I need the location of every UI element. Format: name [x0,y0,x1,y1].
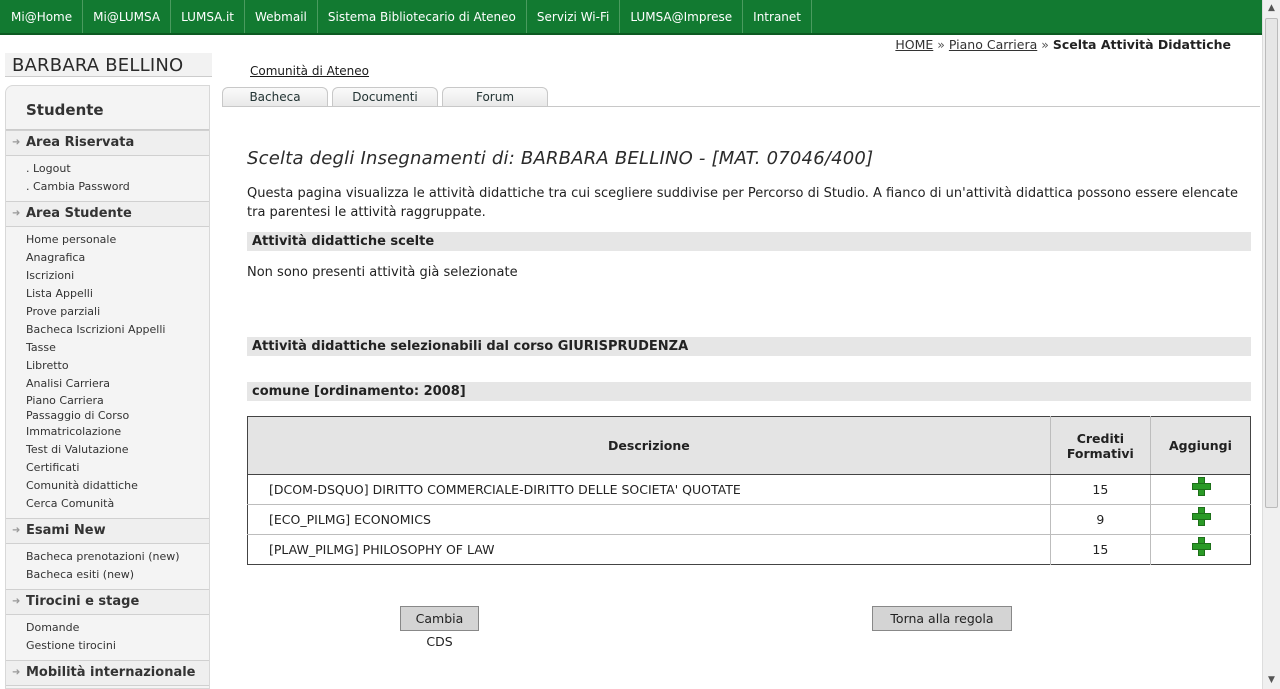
add-plus-icon[interactable] [1191,477,1211,496]
sidebar-section-area-studente[interactable]: ➜ Area Studente [6,201,209,227]
sidebar-item-immatricolazione[interactable]: Immatricolazione [6,423,209,441]
scroll-up-arrow-icon[interactable]: ▲ [1263,0,1280,17]
breadcrumb-piano-carriera-link[interactable]: Piano Carriera [949,37,1037,52]
community-tabs: Bacheca Documenti Forum [222,87,552,106]
breadcrumb-home-link[interactable]: HOME [895,37,933,52]
sidebar-item-iscrizioni[interactable]: Iscrizioni [6,267,209,285]
sidebar-section-label: Area Studente [26,206,132,221]
sidebar-section-mobilita-internazionale[interactable]: ➜ Mobilità internazionale [6,660,209,686]
nav-mi-home[interactable]: Mi@Home [0,0,84,33]
top-navigation: Mi@Home Mi@LUMSA LUMSA.it Webmail Sistem… [0,0,1262,35]
tab-divider [222,106,1260,107]
sidebar-section-esami-new[interactable]: ➜ Esami New [6,518,209,544]
sidebar-item-tasse[interactable]: Tasse [6,339,209,357]
column-header-descrizione: Descrizione [247,416,1051,475]
sidebar-section-tirocini-e-stage[interactable]: ➜ Tirocini e stage [6,589,209,615]
arrow-right-icon: ➜ [12,137,21,148]
sidebar-item-prove-parziali[interactable]: Prove parziali [6,303,209,321]
row-credits: 9 [1049,504,1151,535]
add-plus-icon[interactable] [1191,507,1211,526]
sidebar-item-home-personale[interactable]: Home personale [6,231,209,249]
table-row: [DCOM-DSQUO] DIRITTO COMMERCIALE-DIRITTO… [247,474,1251,505]
column-header-aggiungi: Aggiungi [1149,416,1251,475]
table-row: [ECO_PILMG] ECONOMICS 9 [247,504,1251,535]
add-cell [1149,534,1251,565]
vertical-scrollbar[interactable]: ▲ ▼ [1262,0,1280,689]
cambia-cds-button[interactable]: Cambia CDS [400,606,479,649]
selectable-activities-header: Attività didattiche selezionabili dal co… [247,337,1251,356]
sidebar-item-bacheca-prenotazioni[interactable]: Bacheca prenotazioni (new) [6,548,209,566]
sidebar-item-libretto[interactable]: Libretto [6,357,209,375]
user-name-heading: BARBARA BELLINO [5,53,212,77]
group-header: comune [ordinamento: 2008] [247,382,1251,401]
nav-mi-lumsa[interactable]: Mi@LUMSA [83,0,172,33]
sidebar-item-bacheca-esiti[interactable]: Bacheca esiti (new) [6,566,209,584]
column-header-crediti: Crediti Formativi [1049,416,1151,475]
no-selected-message: Non sono presenti attività già seleziona… [247,265,518,280]
page-title: Scelta degli Insegnamenti di: BARBARA BE… [247,148,874,169]
intro-text: Questa pagina visualizza le attività did… [247,186,1238,220]
table-row: [PLAW_PILMG] PHILOSOPHY OF LAW 15 [247,534,1251,565]
sidebar-item-domande[interactable]: Domande [6,619,209,637]
sidebar-section-label: Tirocini e stage [26,594,140,609]
chosen-activities-header: Attività didattiche scelte [247,232,1251,251]
sidebar-section-label: Mobilità internazionale [26,665,196,680]
nav-intranet[interactable]: Intranet [743,0,812,33]
sidebar-section-area-riservata[interactable]: ➜ Area Riservata [6,130,209,156]
sidebar-section-label: Esami New [26,523,106,538]
sidebar-item-bacheca-iscrizioni-appelli[interactable]: Bacheca Iscrizioni Appelli [6,321,209,339]
row-description: [ECO_PILMG] ECONOMICS [247,504,1051,535]
sidebar-item-passaggio-di-corso[interactable]: Passaggio di Corso [6,408,209,423]
sidebar-section-label: Area Riservata [26,135,135,150]
tab-documenti[interactable]: Documenti [332,87,438,106]
tab-forum[interactable]: Forum [442,87,548,106]
sidebar-item-gestione-tirocini[interactable]: Gestione tirocini [6,637,209,655]
nav-webmail[interactable]: Webmail [245,0,318,33]
tab-bacheca[interactable]: Bacheca [222,87,328,106]
sidebar-item-lista-appelli[interactable]: Lista Appelli [6,285,209,303]
scrollbar-thumb[interactable] [1265,18,1278,508]
row-description: [DCOM-DSQUO] DIRITTO COMMERCIALE-DIRITTO… [247,474,1051,505]
arrow-right-icon: ➜ [12,208,21,219]
breadcrumb-separator: » [1041,37,1049,52]
arrow-right-icon: ➜ [12,667,21,678]
breadcrumb-separator: » [937,37,945,52]
sidebar-item-cerca-comunita[interactable]: Cerca Comunità [6,495,209,513]
breadcrumb-current: Scelta Attività Didattiche [1052,37,1231,52]
nav-sistema-bibliotecario[interactable]: Sistema Bibliotecario di Ateneo [318,0,527,33]
sidebar-item-logout[interactable]: . Logout [6,160,209,178]
sidebar-item-cambia-password[interactable]: . Cambia Password [6,178,209,196]
table-header-row: Descrizione Crediti Formativi Aggiungi [247,416,1251,475]
nav-servizi-wifi[interactable]: Servizi Wi-Fi [527,0,621,33]
sidebar-item-comunita-didattiche[interactable]: Comunità didattiche [6,477,209,495]
add-plus-icon[interactable] [1191,537,1211,556]
activities-table: Descrizione Crediti Formativi Aggiungi [… [247,416,1251,565]
row-credits: 15 [1049,534,1151,565]
sidebar-item-certificati[interactable]: Certificati [6,459,209,477]
arrow-right-icon: ➜ [12,525,21,536]
row-description: [PLAW_PILMG] PHILOSOPHY OF LAW [247,534,1051,565]
row-credits: 15 [1049,474,1151,505]
nav-lumsa-it[interactable]: LUMSA.it [171,0,246,33]
comunita-di-ateneo-link[interactable]: Comunità di Ateneo [250,64,369,78]
sidebar: Studente ➜ Area Riservata . Logout . Camb… [5,85,210,689]
sidebar-item-test-di-valutazione[interactable]: Test di Valutazione [6,441,209,459]
add-cell [1149,474,1251,505]
sidebar-item-piano-carriera[interactable]: Piano Carriera [6,393,209,408]
sidebar-item-analisi-carriera[interactable]: Analisi Carriera [6,375,209,393]
arrow-right-icon: ➜ [12,596,21,607]
breadcrumb: HOME » Piano Carriera » Scelta Attività … [895,37,1231,52]
nav-lumsa-imprese[interactable]: LUMSA@Imprese [620,0,744,33]
torna-alla-regola-button[interactable]: Torna alla regola [872,606,1012,631]
add-cell [1149,504,1251,535]
sidebar-title: Studente [6,86,209,130]
scroll-down-arrow-icon[interactable]: ▼ [1263,672,1280,689]
sidebar-item-anagrafica[interactable]: Anagrafica [6,249,209,267]
